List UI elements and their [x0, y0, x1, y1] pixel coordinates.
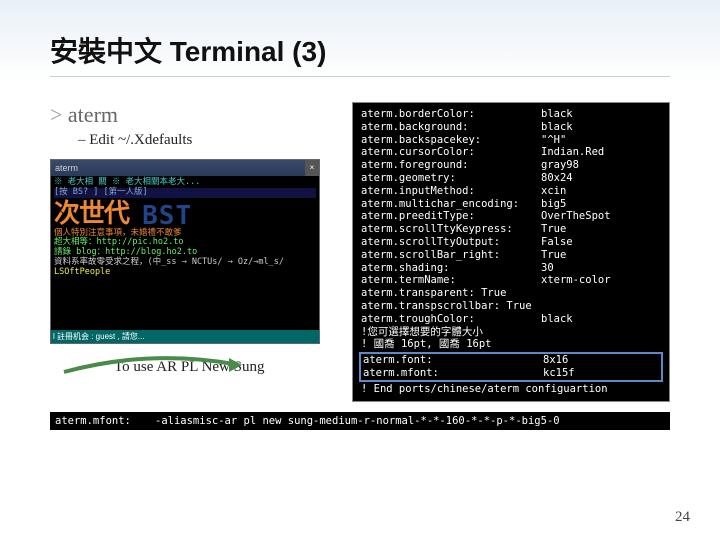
config-comment: ! 國喬 16pt, 國喬 16pt	[361, 338, 661, 351]
caption-text: To use AR PL New Sung	[114, 359, 340, 376]
config-row: aterm.scrollTtyKeypress:True	[361, 223, 661, 236]
bbs-logo-ascii: BST	[142, 203, 192, 229]
bbs-logo-text: 次世代	[54, 201, 129, 227]
config-row: aterm.foreground:gray98	[361, 159, 661, 172]
bbs-status-line: l 註冊机会 : guest , 請您...	[51, 330, 319, 343]
config-row: aterm.scrollTtyOutput:False	[361, 236, 661, 249]
config-row: aterm.shading:30	[361, 262, 661, 275]
close-icon: ×	[305, 160, 319, 176]
config-row: aterm.inputMethod:xcin	[361, 185, 661, 198]
config-row: aterm.font:8x16	[363, 354, 659, 367]
config-row: aterm.transpscrollbar: True	[361, 300, 661, 313]
xdefaults-config: aterm.borderColor:blackaterm.background:…	[352, 102, 670, 402]
footnote-config: aterm.mfont: -aliasmisc-ar pl new sung-m…	[50, 412, 670, 430]
slide-title: 安裝中文 Terminal (3)	[50, 30, 670, 77]
config-row: aterm.transparent: True	[361, 287, 661, 300]
config-row: aterm.multichar_encoding:big5	[361, 198, 661, 211]
highlighted-config: aterm.font:8x16aterm.mfont:kc15f	[359, 352, 663, 382]
config-row: aterm.cursorColor:Indian.Red	[361, 146, 661, 159]
config-row: aterm.scrollBar_right:True	[361, 249, 661, 262]
footnote-value: -aliasmisc-ar pl new sung-medium-r-norma…	[155, 415, 665, 427]
bbs-line: LSOftPeople	[54, 268, 316, 278]
config-row: aterm.preeditType:OverTheSpot	[361, 210, 661, 223]
config-row: aterm.mfont:kc15f	[363, 367, 659, 380]
bbs-line: [按 BS? ] [第一人版]	[54, 188, 316, 198]
config-comment: ! End ports/chinese/aterm configuartion	[361, 383, 661, 396]
config-row: aterm.troughColor:black	[361, 313, 661, 326]
footnote-key: aterm.mfont:	[55, 415, 155, 427]
config-row: aterm.termName:xterm-color	[361, 274, 661, 287]
window-title: aterm	[55, 160, 78, 176]
config-row: aterm.geometry:80x24	[361, 172, 661, 185]
bullet-level-2: – Edit ~/.Xdefaults	[78, 132, 340, 149]
page-number: 24	[675, 509, 690, 526]
bullet-level-1: > aterm	[50, 102, 340, 128]
config-comment: !您可選擇想要的字體大小	[361, 326, 661, 339]
config-row: aterm.background:black	[361, 121, 661, 134]
terminal-screenshot: aterm × ※ 老大相 關 ※ 老大相關本老大... [按 BS? ] [第…	[50, 159, 320, 344]
config-row: aterm.borderColor:black	[361, 108, 661, 121]
config-row: aterm.backspacekey:"^H"	[361, 134, 661, 147]
arrow-icon	[59, 354, 244, 379]
